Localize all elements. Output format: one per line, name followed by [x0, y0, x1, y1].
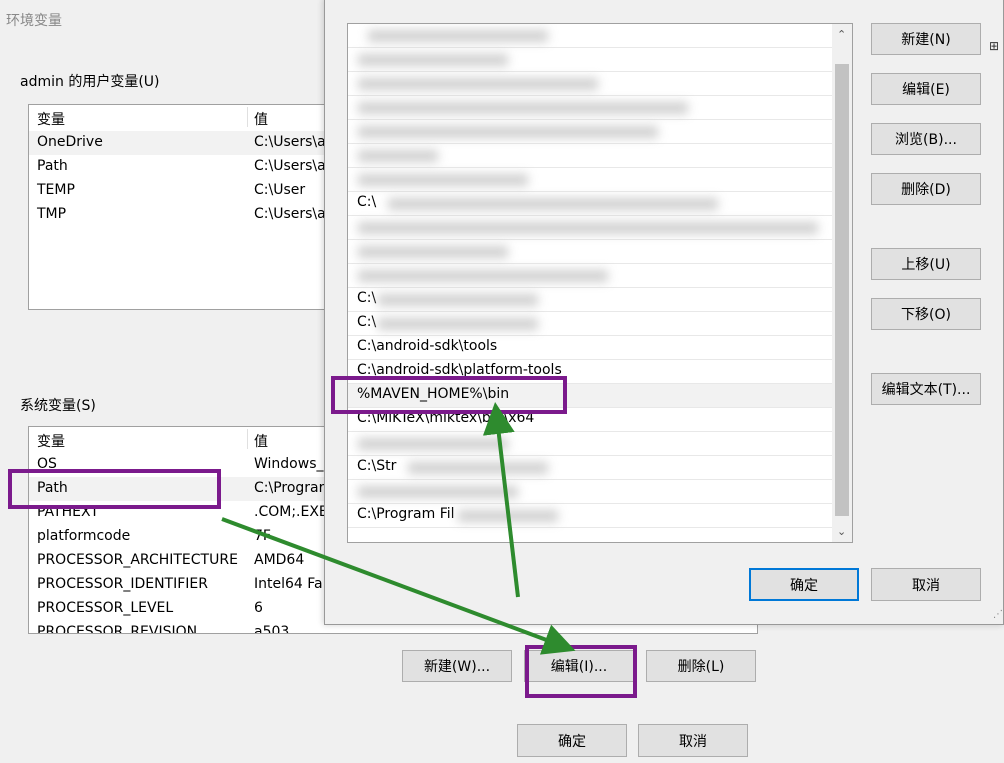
annotation-arrows	[221, 402, 576, 655]
arrow-to-maven-entry	[482, 402, 520, 598]
